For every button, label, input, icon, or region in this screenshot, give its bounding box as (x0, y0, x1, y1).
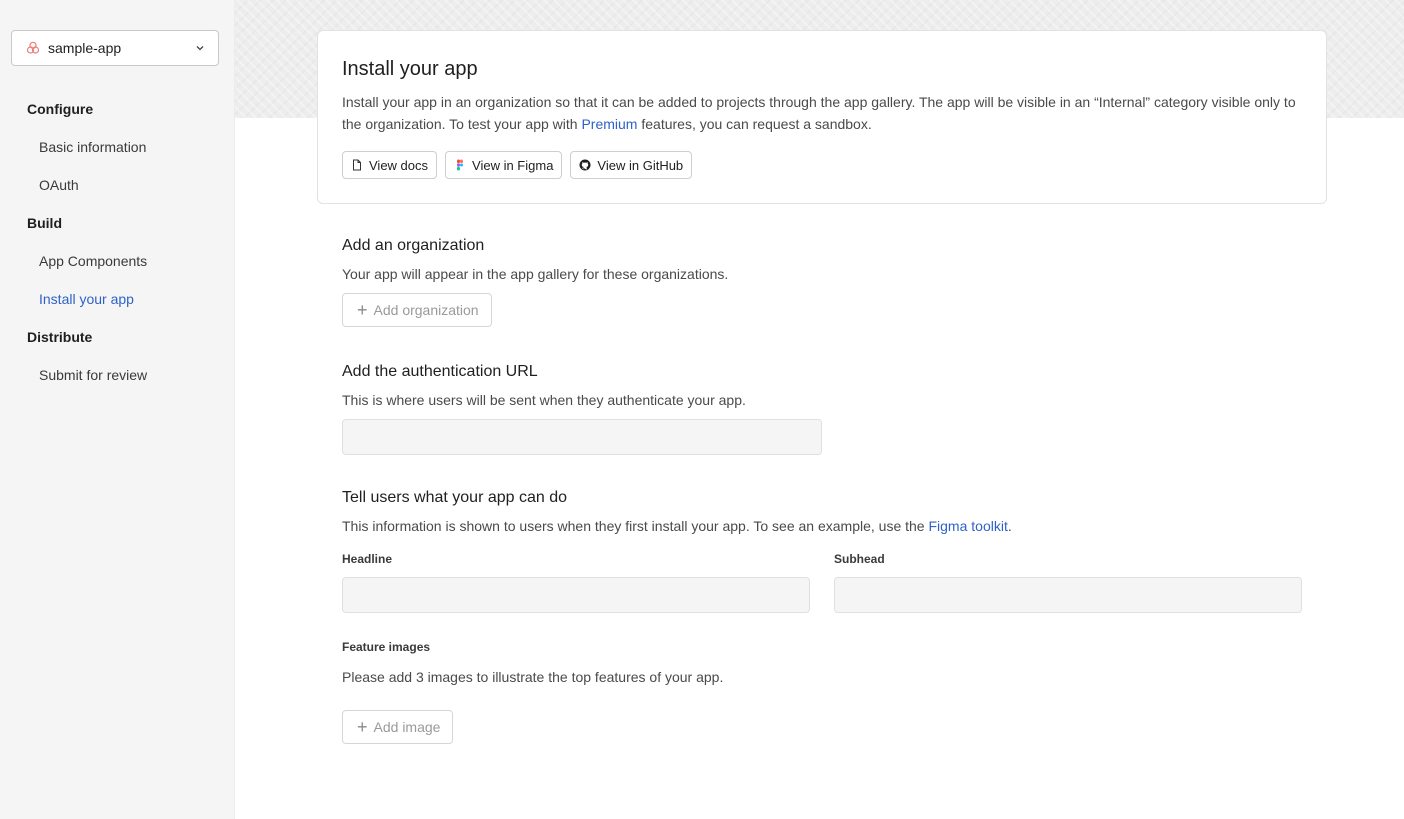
features-subtitle-text-1: This information is shown to users when … (342, 518, 929, 534)
app-selector-name: sample-app (48, 40, 122, 56)
features-subtitle: This information is shown to users when … (342, 515, 1302, 537)
organization-section: Add an organization Your app will appear… (342, 234, 728, 327)
headline-input[interactable] (342, 577, 810, 613)
document-icon (353, 159, 361, 171)
card-button-row: View docs View in Figma View in GitHub (342, 151, 1302, 179)
organization-subtitle: Your app will appear in the app gallery … (342, 266, 729, 282)
app-selector[interactable]: sample-app (11, 30, 219, 66)
add-organization-label: Add organization (373, 302, 479, 318)
features-subtitle-text-2: . (1007, 518, 1012, 534)
plus-icon: + (357, 300, 368, 320)
nav-heading-distribute: Distribute (27, 329, 93, 345)
sidebar-item-oauth[interactable]: OAuth (0, 166, 235, 204)
features-title: Tell users what your app can do (342, 489, 568, 506)
add-image-button[interactable]: + Add image (342, 710, 454, 744)
figma-icon (457, 159, 464, 171)
view-in-github-label: View in GitHub (597, 157, 684, 173)
feature-images-label: Feature images (342, 640, 431, 654)
auth-url-subtitle: This is where users will be sent when th… (342, 392, 746, 408)
headline-label: Headline (342, 552, 393, 566)
auth-url-section: Add the authentication URL This is where… (342, 360, 822, 455)
install-app-card: Install your app Install your app in an … (317, 30, 1327, 204)
figma-toolkit-link[interactable]: Figma toolkit (928, 518, 1007, 534)
app-logo-icon (26, 41, 40, 55)
add-organization-button[interactable]: + Add organization (342, 293, 492, 327)
add-image-label: Add image (373, 719, 441, 735)
auth-url-input[interactable] (342, 419, 822, 455)
subhead-input[interactable] (834, 577, 1302, 613)
view-in-github-button[interactable]: View in GitHub (570, 151, 693, 179)
view-docs-button[interactable]: View docs (342, 151, 438, 179)
sidebar-item-basic-information[interactable]: Basic information (0, 128, 235, 166)
nav-heading-configure: Configure (27, 101, 94, 117)
chevron-down-icon (194, 42, 206, 54)
sidebar-item-app-components[interactable]: App Components (0, 242, 235, 280)
auth-url-title: Add the authentication URL (342, 363, 538, 380)
view-in-figma-label: View in Figma (472, 157, 554, 173)
view-docs-label: View docs (369, 157, 429, 173)
premium-link[interactable]: Premium (581, 116, 637, 132)
sidebar-item-install-your-app[interactable]: Install your app (0, 280, 235, 318)
description-text-2: features, you can request a sandbox. (637, 116, 872, 132)
features-section: Tell users what your app can do This inf… (342, 486, 1302, 744)
sidebar-item-submit-for-review[interactable]: Submit for review (0, 356, 235, 394)
nav-heading-build: Build (27, 215, 62, 231)
page-title: Install your app (342, 58, 478, 80)
view-in-figma-button[interactable]: View in Figma (445, 151, 563, 179)
subhead-label: Subhead (834, 552, 885, 566)
page-description: Install your app in an organization so t… (342, 91, 1302, 135)
sidebar: sample-app Configure Basic information O… (0, 0, 235, 819)
feature-images-hint: Please add 3 images to illustrate the to… (342, 669, 724, 685)
sidebar-nav: Configure Basic information OAuth Build … (0, 90, 235, 394)
plus-icon: + (357, 717, 368, 737)
organization-title: Add an organization (342, 237, 485, 254)
github-icon (579, 159, 591, 171)
